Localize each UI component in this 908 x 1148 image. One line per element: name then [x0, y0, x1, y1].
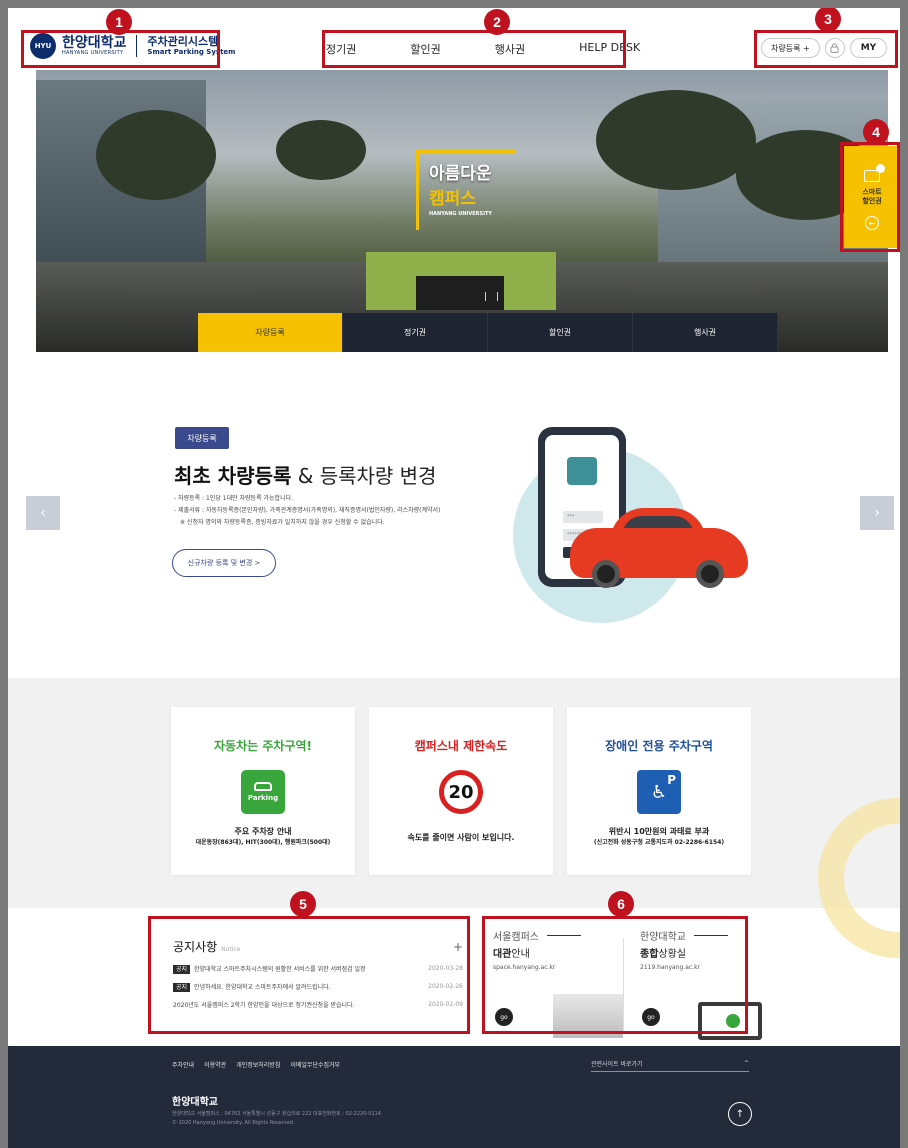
new-vehicle-register-button[interactable]: 신규차량 등록 및 변경 >: [172, 549, 276, 577]
hero-title: 아름다운 캠퍼스 HANYANG UNIVERSITY: [416, 150, 516, 230]
cloud-shape: [658, 436, 704, 454]
reg-desc-line: - 제출서류 : 자동차등록증(본인차량), 가족관계증명서(가족명의), 재직…: [174, 507, 441, 514]
annotation-badge-5: 5: [290, 891, 316, 917]
footer-link-terms[interactable]: 이용약관: [204, 1060, 226, 1069]
info-card-parking: 자동차는 주차구역! Parking 주요 주차장 안내 대운동장(863대),…: [171, 707, 355, 875]
annotation-box-3: [754, 30, 898, 68]
page: HYU 한양대학교 HANYANG UNIVERSITY 주차관리시스템 Sma…: [8, 8, 900, 1148]
card-text: 속도를 줄이면 사람이 보입니다.: [407, 833, 515, 842]
related-sites-label: 관련사이트 바로가기: [591, 1061, 643, 1068]
scroll-top-button[interactable]: ↑: [728, 1102, 752, 1126]
card-title: 자동차는 주차구역!: [214, 739, 312, 753]
tab-event[interactable]: 행사권: [633, 313, 778, 352]
reg-badge: 차량등록: [175, 427, 229, 449]
slide-prev-button[interactable]: ‹: [26, 496, 60, 530]
parking-p-icon: P: [667, 773, 676, 787]
car-icon: [567, 457, 597, 485]
speed-limit-icon: 20: [439, 770, 483, 814]
annotation-badge-1: 1: [106, 9, 132, 35]
tab-discount[interactable]: 할인권: [488, 313, 633, 352]
card-title: 장애인 전용 주차구역: [605, 739, 713, 753]
hero-title-line1: 아름다운: [429, 164, 492, 184]
cloud-shape: [708, 606, 744, 618]
car-illustration: [570, 508, 748, 588]
parking-icon-label: Parking: [247, 794, 279, 802]
footer-copyright: © 2020 Hanyang University. All Rights Re…: [172, 1120, 295, 1126]
hero-title-line3: HANYANG UNIVERSITY: [429, 211, 493, 217]
hero-pager[interactable]: | |: [484, 292, 502, 302]
annotation-badge-2: 2: [484, 9, 510, 35]
info-card-speed: 캠퍼스내 제한속도 20 속도를 줄이면 사람이 보입니다.: [369, 707, 553, 875]
info-card-disabled: 장애인 전용 주차구역 ♿ P 위반시 10만원의 과태료 부과 (신고전화 성…: [567, 707, 751, 875]
reg-desc-line: - 차량등록 : 1인당 1대만 차량등록 가능합니다.: [174, 495, 294, 502]
reg-title-amp: &: [291, 464, 320, 488]
card-sub: 대운동장(863대), HIT(300대), 행원파크(500대): [195, 839, 331, 846]
reg-description: - 차량등록 : 1인당 1대만 차량등록 가능합니다. - 제출서류 : 자동…: [174, 493, 440, 529]
annotation-badge-4: 4: [863, 119, 889, 145]
parking-icon: Parking: [241, 770, 285, 814]
annotation-box-5: [148, 916, 470, 1034]
tab-vehicle-register[interactable]: 차량등록: [198, 313, 343, 352]
footer-address-line: 한양대학교 서울캠퍼스 : 04763 서울특별시 성동구 왕십리로 222 대…: [172, 1111, 381, 1117]
annotation-box-4: [840, 142, 900, 252]
footer-address: 한양대학교 서울캠퍼스 : 04763 서울특별시 성동구 왕십리로 222 대…: [172, 1110, 381, 1128]
annotation-box-1: [21, 30, 220, 68]
wheelchair-icon: ♿: [650, 781, 668, 803]
wheel: [696, 560, 724, 588]
footer-links: 주차안내 이용약관 개인정보처리방침 이메일무단수집거부: [172, 1060, 340, 1069]
reg-title: 최초 차량등록 & 등록차량 변경: [174, 460, 436, 489]
footer: 주차안내 이용약관 개인정보처리방침 이메일무단수집거부 관련사이트 바로가기 …: [8, 1046, 900, 1148]
card-title: 캠퍼스내 제한속도: [414, 739, 508, 753]
footer-link-privacy[interactable]: 개인정보처리방침: [236, 1060, 280, 1069]
annotation-badge-6: 6: [608, 891, 634, 917]
annotation-box-6: [482, 916, 748, 1034]
footer-link-email-refuse[interactable]: 이메일무단수집거부: [290, 1060, 340, 1069]
hero-title-line2: 캠퍼스: [429, 189, 476, 209]
related-sites-select[interactable]: 관련사이트 바로가기 ^: [591, 1056, 749, 1072]
reg-title-bold: 최초 차량등록: [174, 464, 292, 488]
chevron-up-icon: ^: [743, 1060, 749, 1067]
disabled-parking-icon: ♿ P: [637, 770, 681, 814]
hero-banner: 아름다운 캠퍼스 HANYANG UNIVERSITY | | 차량등록 정기권…: [36, 70, 888, 352]
hero-tree: [96, 110, 216, 200]
card-text: 위반시 10만원의 과태료 부과: [608, 827, 710, 836]
slide-next-button[interactable]: ›: [860, 496, 894, 530]
hero-tabs: 차량등록 정기권 할인권 행사권: [198, 313, 778, 352]
annotation-box-2: [322, 30, 626, 68]
hero-tree: [276, 120, 366, 180]
car-mini-icon: [254, 782, 272, 791]
reg-desc-line: ※ 신청자 명의와 차량등록증, 증빙자료가 일치하지 않을 경우 신청할 수 …: [180, 519, 385, 526]
tab-season-pass[interactable]: 정기권: [343, 313, 488, 352]
footer-univ-name: 한양대학교: [172, 1097, 218, 1108]
card-text: 주요 주차장 안내: [234, 827, 292, 836]
hero-tree: [596, 90, 756, 190]
card-sub: (신고전화 성동구청 교통지도과 02-2286-6154): [593, 839, 725, 846]
wheel: [592, 560, 620, 588]
reg-title-light: 등록차량 변경: [319, 464, 437, 488]
footer-link-parking-guide[interactable]: 주차안내: [172, 1060, 194, 1069]
